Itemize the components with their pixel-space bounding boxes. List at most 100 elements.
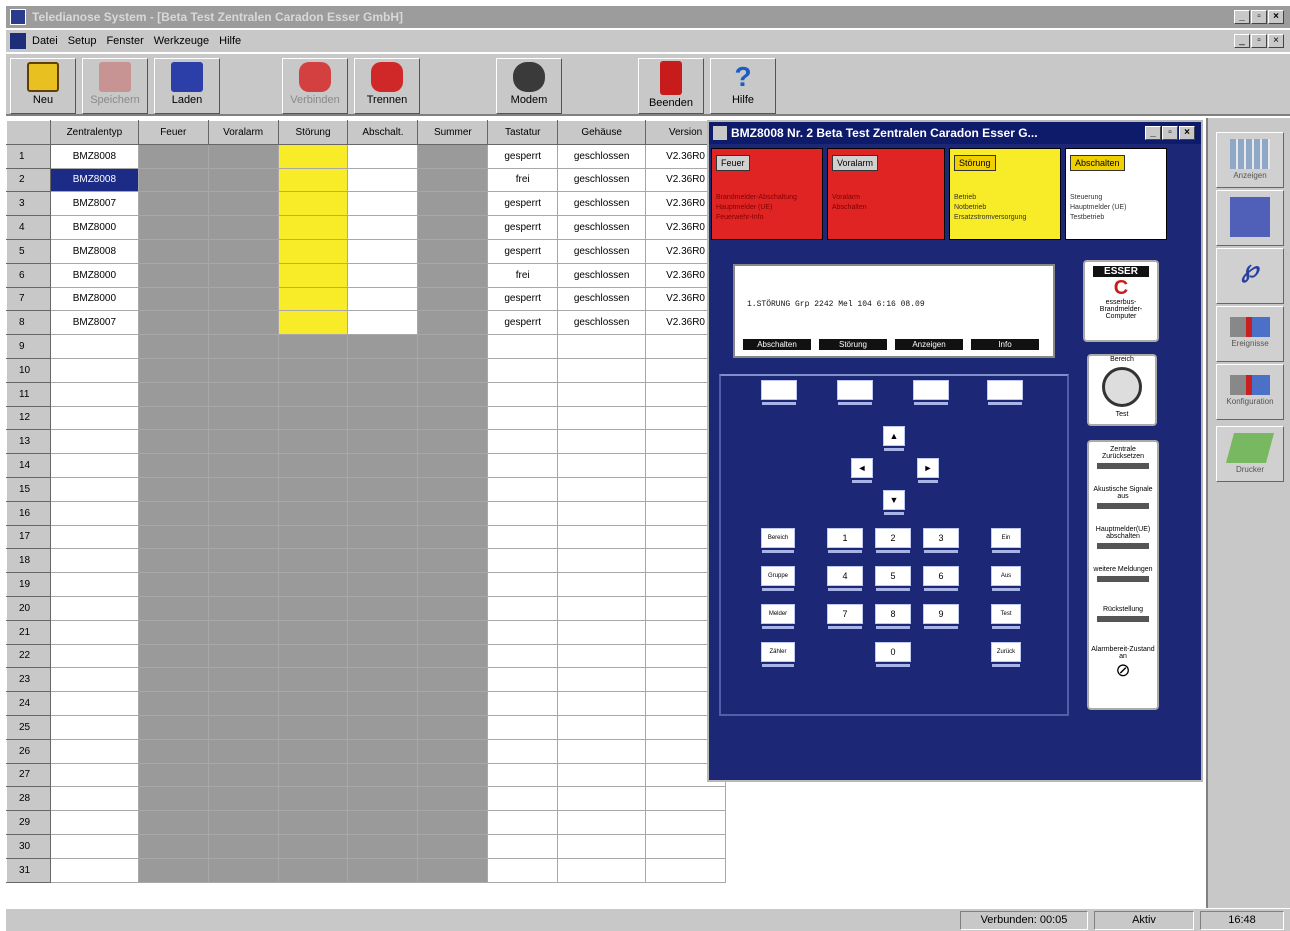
grid-cell[interactable] [277,476,349,502]
softkey-button[interactable] [761,380,797,405]
grid-cell[interactable] [277,215,349,240]
grid-cell[interactable] [347,572,419,597]
grid-cell[interactable] [137,714,209,740]
grid-cell[interactable]: geschlossen [557,167,647,193]
grid-cell[interactable] [137,286,209,312]
row-number[interactable]: 6 [6,262,51,288]
grid-cell[interactable] [207,595,279,621]
panel-maximize-button[interactable]: ▫ [1162,126,1178,140]
grid-cell[interactable] [277,691,349,716]
grid-cell[interactable] [137,310,209,336]
grid-cell[interactable] [557,595,647,621]
grid-cell[interactable] [277,619,349,645]
table-row[interactable]: 20 [6,595,726,621]
key-5[interactable]: 5 [875,566,911,591]
grid-cell[interactable] [277,524,349,550]
grid-cell[interactable] [557,453,647,478]
reset-state-button[interactable]: Rückstellung [1089,606,1157,646]
row-number[interactable]: 19 [6,572,51,597]
grid-cell[interactable]: geschlossen [557,286,647,312]
grid-cell[interactable] [49,429,139,455]
grid-cell[interactable] [207,500,279,526]
grid-cell[interactable]: frei [487,167,559,193]
row-number[interactable]: 7 [6,286,51,312]
modem-button[interactable]: Modem [496,58,562,114]
grid-cell[interactable] [417,357,489,383]
grid-cell[interactable] [277,167,349,193]
grid-cell[interactable] [277,453,349,478]
table-row[interactable]: 29 [6,810,726,835]
key-8[interactable]: 8 [875,604,911,629]
grid-cell[interactable] [417,167,489,193]
grid-cell[interactable] [277,667,349,693]
document-icon[interactable] [10,33,26,49]
table-row[interactable]: 10 [6,357,726,383]
row-number[interactable]: 1 [6,143,51,169]
grid-cell[interactable] [277,786,349,812]
bereich-button[interactable]: Bereich [761,528,795,553]
key-9[interactable]: 9 [923,604,959,629]
col-header[interactable]: Abschalt. [347,120,419,145]
col-header[interactable]: Gehäuse [557,120,647,145]
grid-cell[interactable] [137,262,209,288]
dock-button-display[interactable]: Anzeigen [1216,132,1284,188]
alarm-ready-button[interactable]: Alarmbereit-Zustand an ⊘ [1089,646,1157,686]
grid-cell[interactable] [207,548,279,574]
zaehler-button[interactable]: Zähler [761,642,795,667]
grid-cell[interactable] [557,476,647,502]
minimize-button[interactable]: _ [1234,10,1250,24]
key-2[interactable]: 2 [875,528,911,553]
row-number[interactable]: 23 [6,667,51,693]
grid-cell[interactable] [645,786,726,812]
table-row[interactable]: 5 BMZ8008 gesperrt geschlossen V2.36R0 [6,238,726,264]
ein-button[interactable]: Ein [991,528,1021,553]
grid-cell[interactable] [137,357,209,383]
grid-cell[interactable] [557,833,647,859]
row-number[interactable]: 11 [6,381,51,407]
grid-cell[interactable] [137,691,209,716]
grid-cell[interactable] [207,453,279,478]
grid-cell[interactable] [49,786,139,812]
grid-cell[interactable] [487,500,559,526]
connect-button[interactable]: Verbinden [282,58,348,114]
grid-cell[interactable] [557,334,647,359]
grid-cell[interactable] [207,667,279,693]
grid-cell[interactable] [417,786,489,812]
table-row[interactable]: 7 BMZ8000 gesperrt geschlossen V2.36R0 [6,286,726,312]
grid-cell[interactable] [49,334,139,359]
grid-cell[interactable] [49,714,139,740]
grid-cell[interactable] [137,786,209,812]
grid-cell[interactable] [417,286,489,312]
grid-cell[interactable] [347,667,419,693]
row-number[interactable]: 20 [6,595,51,621]
grid-cell[interactable] [487,453,559,478]
grid-cell[interactable] [137,381,209,407]
key-7[interactable]: 7 [827,604,863,629]
grid-cell[interactable] [417,215,489,240]
grid-cell[interactable] [417,619,489,645]
grid-cell[interactable] [137,738,209,764]
dock-button-events[interactable]: Ereignisse [1216,306,1284,362]
grid-cell[interactable] [49,667,139,693]
grid-cell[interactable] [557,691,647,716]
table-row[interactable]: 18 [6,548,726,574]
grid-cell[interactable] [417,857,489,883]
reset-button[interactable]: Zentrale Zurücksetzen [1089,446,1157,486]
grid-cell[interactable]: gesperrt [487,143,559,169]
grid-cell[interactable] [49,643,139,669]
grid-cell[interactable] [557,548,647,574]
key-3[interactable]: 3 [923,528,959,553]
dock-button-tool[interactable]: ℘ [1216,248,1284,304]
table-row[interactable]: 23 [6,667,726,693]
save-button[interactable]: Speichern [82,58,148,114]
grid-cell[interactable] [49,572,139,597]
grid-cell[interactable] [137,405,209,431]
row-number[interactable]: 15 [6,476,51,502]
grid-cell[interactable] [487,572,559,597]
grid-cell[interactable] [347,357,419,383]
help-button[interactable]: ? Hilfe [710,58,776,114]
grid-cell[interactable] [207,857,279,883]
row-number[interactable]: 31 [6,857,51,883]
grid-cell[interactable] [207,238,279,264]
grid-cell[interactable] [487,833,559,859]
